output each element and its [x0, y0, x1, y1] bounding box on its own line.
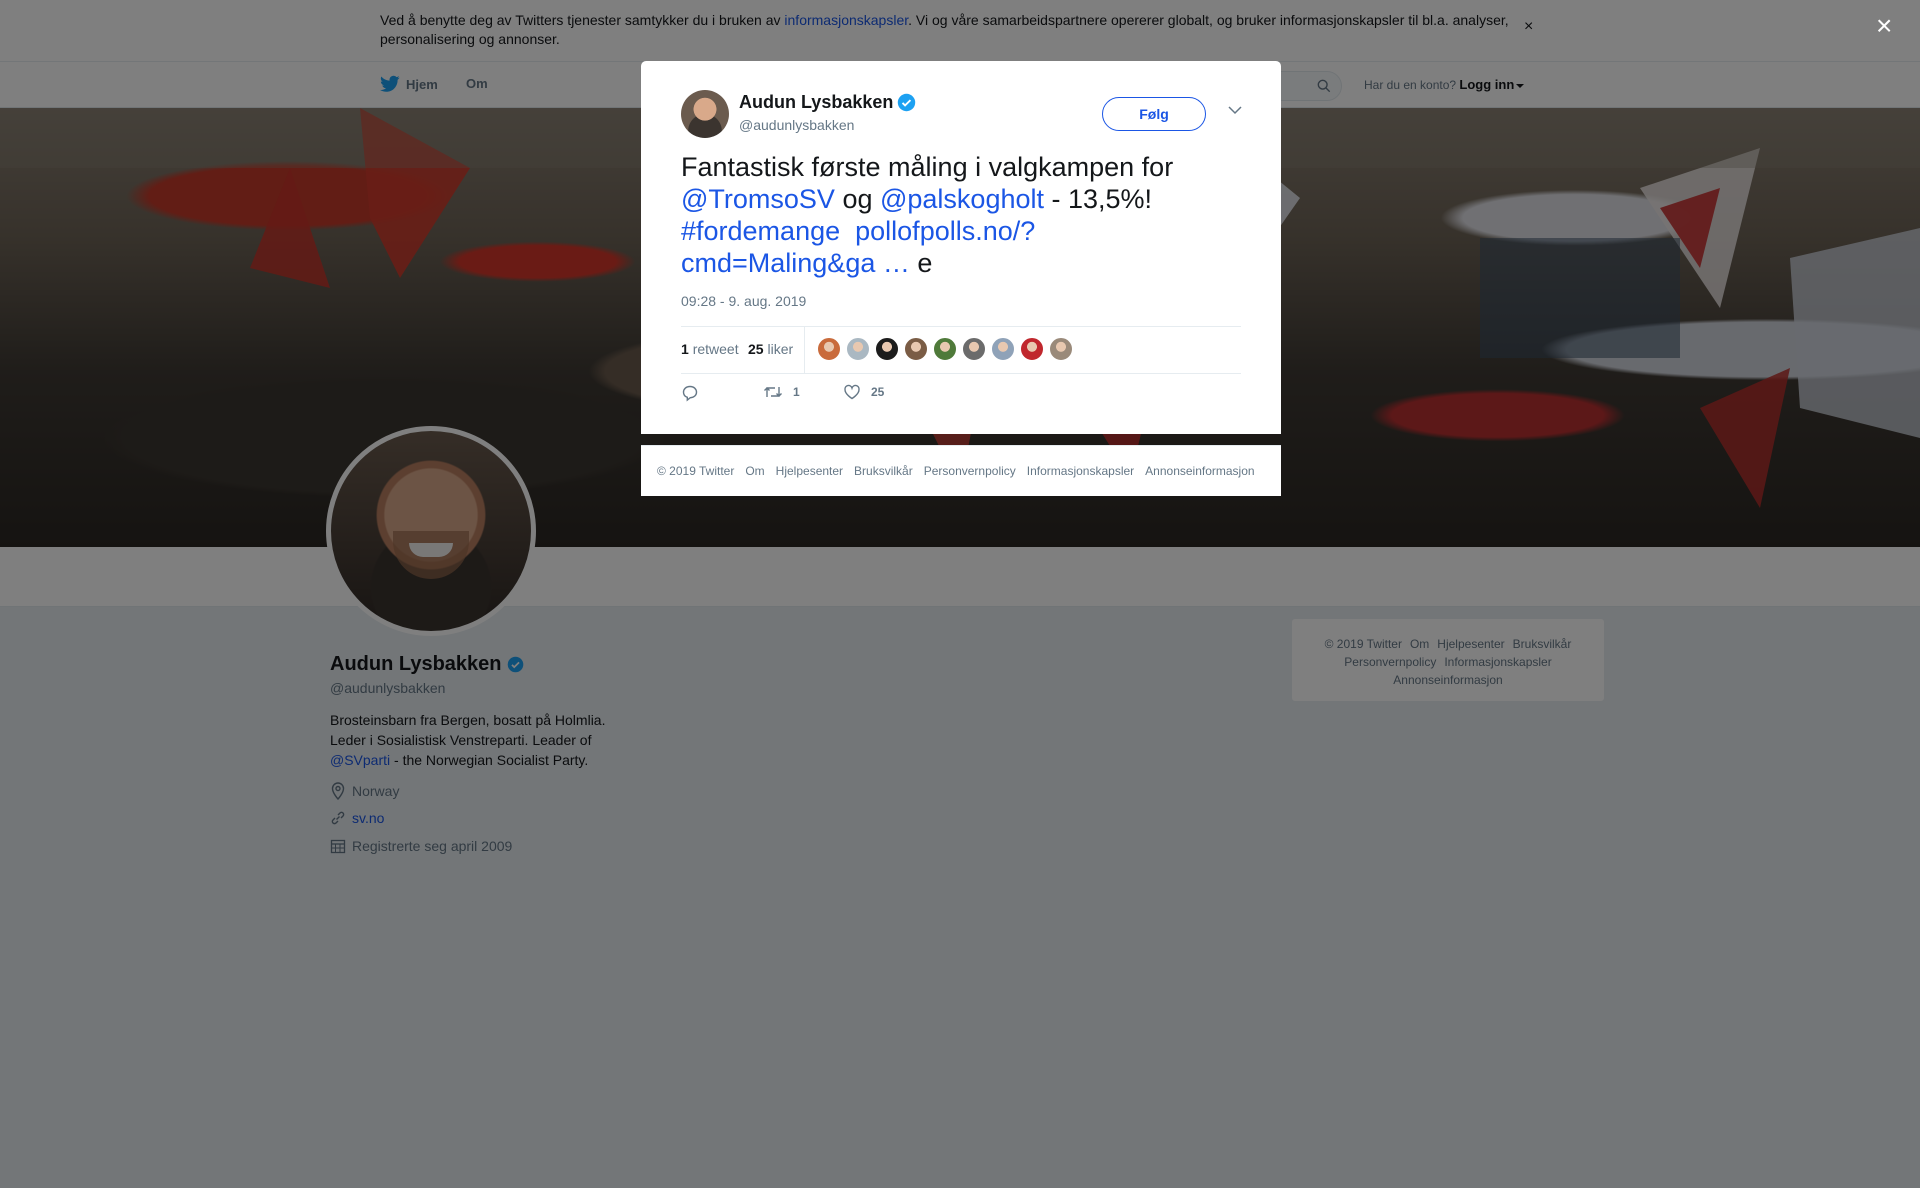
liker-avatars: [817, 337, 1073, 361]
modal-footer-copyright: © 2019 Twitter: [657, 464, 735, 478]
modal-footer: © 2019 Twitter Om Hjelpesenter Bruksvilkår P…: [641, 445, 1281, 496]
liker-avatar[interactable]: [904, 337, 928, 361]
pollofpolls-link-line-1: pollofpolls.no/?: [855, 216, 1036, 246]
overlay-close-button[interactable]: ×: [1876, 12, 1892, 40]
mention-tromsosv-link[interactable]: @TromsoSV: [681, 184, 835, 214]
like-button[interactable]: 25: [843, 384, 884, 400]
tweet-text-part-1: Fantastisk første måling i valgkampen fo…: [681, 152, 1174, 182]
retweet-stat-label: retweet: [692, 341, 739, 357]
retweet-icon: [764, 387, 782, 397]
tweet-author-name[interactable]: Audun Lysbakken: [739, 92, 916, 113]
retweet-action-count: 1: [793, 385, 800, 399]
like-stat[interactable]: 25 liker: [748, 341, 793, 357]
liker-avatar[interactable]: [1049, 337, 1073, 361]
like-action-count: 25: [871, 385, 885, 399]
modal-footer-about-link[interactable]: Om: [745, 464, 764, 478]
tweet-author-handle[interactable]: @audunlysbakken: [739, 117, 854, 133]
tweet-text-part-3: - 13,5%!: [1044, 184, 1153, 214]
like-stat-count: 25: [748, 341, 764, 357]
tweet-author-avatar[interactable]: [681, 90, 729, 138]
modal-footer-cookies-link[interactable]: Informasjonskapsler: [1027, 464, 1134, 478]
liker-avatar[interactable]: [875, 337, 899, 361]
liker-avatar[interactable]: [846, 337, 870, 361]
follow-button[interactable]: Følg: [1102, 97, 1206, 131]
tweet-stats: 1 retweet 25 liker: [681, 326, 1241, 374]
liker-avatar[interactable]: [933, 337, 957, 361]
mention-palskogholt-link[interactable]: @palskogholt: [880, 184, 1044, 214]
tweet-actions: 1 25: [681, 384, 1241, 408]
heart-icon: [844, 384, 860, 400]
modal-footer-ads-link[interactable]: Annonseinformasjon: [1145, 464, 1254, 478]
reply-button[interactable]: [681, 384, 699, 402]
liker-avatar[interactable]: [991, 337, 1015, 361]
tweet-author-name-label: Audun Lysbakken: [739, 92, 894, 112]
liker-avatar[interactable]: [1020, 337, 1044, 361]
retweet-button[interactable]: 1: [763, 384, 800, 400]
tweet-text: Fantastisk første måling i valgkampen fo…: [681, 151, 1241, 279]
modal-footer-terms-link[interactable]: Bruksvilkår: [854, 464, 913, 478]
liker-avatar[interactable]: [962, 337, 986, 361]
tweet-timestamp[interactable]: 09:28 - 9. aug. 2019: [681, 293, 806, 309]
chevron-down-icon[interactable]: [1228, 105, 1242, 115]
reply-icon: [682, 385, 698, 402]
like-stat-label: liker: [767, 341, 794, 357]
pollofpolls-link-line-2: cmd=Maling&ga …: [681, 248, 910, 278]
tweet-text-part-2: og: [834, 184, 880, 214]
retweet-stat[interactable]: 1 retweet: [681, 341, 739, 357]
verified-badge-icon: [898, 93, 916, 112]
modal-footer-help-link[interactable]: Hjelpesenter: [776, 464, 843, 478]
stats-divider: [804, 327, 805, 373]
liker-avatar[interactable]: [817, 337, 841, 361]
hashtag-fordemange-link[interactable]: #fordemange: [681, 216, 840, 246]
retweet-stat-count: 1: [681, 341, 689, 357]
tweet-text-part-4: e: [909, 248, 933, 278]
modal-footer-privacy-link[interactable]: Personvernpolicy: [924, 464, 1016, 478]
tweet-modal: Audun Lysbakken @audunlysbakken Følg Fan…: [641, 61, 1281, 434]
